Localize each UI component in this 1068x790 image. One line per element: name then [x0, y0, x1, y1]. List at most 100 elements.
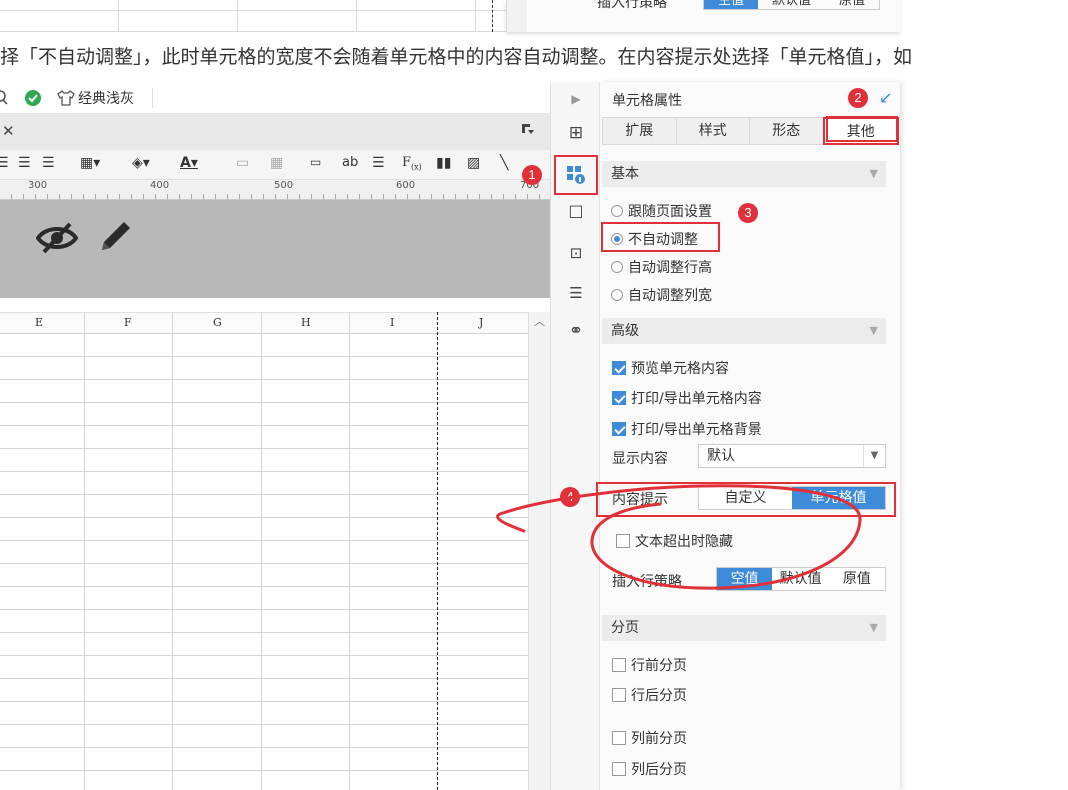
radio-icon[interactable] — [611, 205, 623, 217]
tab-extend[interactable]: 扩展 — [602, 117, 677, 145]
fill-color-icon[interactable]: ◈▾ — [132, 155, 150, 171]
radio-icon[interactable] — [611, 261, 623, 273]
hyperlink-icon[interactable]: ⚭ — [565, 320, 587, 342]
check-circle-icon[interactable] — [24, 89, 42, 107]
checkbox-checked-icon[interactable] — [612, 422, 626, 436]
cell-grid[interactable] — [0, 334, 528, 790]
display-content-select[interactable]: 默认 ▼ — [698, 444, 886, 468]
chevron-down-icon[interactable]: ▼ — [863, 445, 885, 467]
top-toolbar: 经典浅灰 — [0, 82, 550, 114]
split-cells-icon[interactable]: ▦ — [270, 155, 283, 171]
prev-side-panel: 插入行策略 空值 默认值 原值 — [506, 0, 901, 32]
column-header-i[interactable]: I — [390, 316, 394, 329]
section-paging-title: 分页 — [611, 620, 639, 636]
scroll-up-icon[interactable]: ︿ — [534, 313, 545, 329]
condition-icon[interactable]: ☰ — [565, 282, 587, 304]
expand-arrow-icon[interactable]: ▶ — [565, 88, 587, 110]
checkbox-checked-icon[interactable] — [612, 361, 626, 375]
check-print-background[interactable]: 打印/导出单元格背景 — [612, 419, 762, 439]
content-tip-label: 内容提示 — [612, 492, 668, 508]
checkbox-label: 文本超出时隐藏 — [635, 534, 733, 550]
radio-auto-row-height[interactable]: 自动调整行高 — [611, 257, 712, 277]
theme-shirt-icon[interactable] — [56, 89, 76, 107]
section-paging[interactable]: 分页 ▼ — [602, 615, 886, 641]
page-break-line — [437, 312, 438, 790]
align-center-icon[interactable]: ☰ — [18, 155, 31, 171]
tab-other[interactable]: 其他 — [822, 117, 899, 145]
section-advanced[interactable]: 高级 ▼ — [602, 318, 886, 344]
step-badge-4: 4 — [560, 487, 580, 507]
display-content-value: 默认 — [707, 448, 735, 464]
insert-textfield-icon[interactable]: ▭ — [310, 155, 321, 169]
border-icon[interactable]: ▦▾ — [80, 155, 100, 171]
preview-icon[interactable] — [0, 90, 10, 106]
insert-option-default[interactable]: 默认值 — [772, 568, 828, 590]
column-header-h[interactable]: H — [301, 316, 311, 329]
checkbox-icon[interactable] — [616, 534, 630, 548]
insert-slash-icon[interactable]: ╲ — [500, 155, 508, 171]
checkbox-icon[interactable] — [612, 658, 626, 672]
column-header-j[interactable]: J — [479, 316, 483, 329]
insert-chart-icon[interactable]: ▮▮ — [436, 155, 451, 171]
section-basic-title: 基本 — [611, 166, 639, 182]
insert-option-original[interactable]: 原值 — [829, 568, 885, 590]
step-badge-3: 3 — [738, 203, 758, 223]
check-page-after-col[interactable]: 列后分页 — [612, 759, 687, 779]
checkbox-label: 打印/导出单元格背景 — [631, 422, 762, 438]
tab-close-icon[interactable]: ✕ — [2, 122, 15, 140]
insert-image-icon[interactable]: ▨ — [467, 155, 480, 171]
column-headers: E F G H I J — [0, 312, 528, 334]
checkbox-label: 打印/导出单元格内容 — [631, 391, 762, 407]
widget-icon[interactable]: ⊡ — [565, 242, 587, 264]
radio-auto-col-width[interactable]: 自动调整列宽 — [611, 285, 712, 305]
column-divider — [84, 312, 85, 790]
ruler-label: 600 — [396, 180, 416, 191]
hidden-eye-icon[interactable] — [36, 220, 78, 256]
ruler-label: 400 — [150, 180, 170, 191]
insert-richtext-icon[interactable]: ☰ — [372, 155, 385, 171]
theme-label[interactable]: 经典浅灰 — [78, 88, 134, 108]
merge-cells-icon[interactable]: ▭ — [236, 155, 249, 171]
radio-icon[interactable] — [611, 289, 623, 301]
checkbox-icon[interactable] — [612, 762, 626, 776]
ruler-label: 300 — [28, 180, 48, 191]
check-page-before-col[interactable]: 列前分页 — [612, 728, 687, 748]
checkbox-checked-icon[interactable] — [612, 391, 626, 405]
radio-selected-icon[interactable] — [611, 233, 623, 245]
prev-insert-label: 插入行策略 — [597, 0, 667, 11]
checkbox-icon[interactable] — [612, 731, 626, 745]
font-color-icon[interactable]: A▾ — [180, 155, 198, 171]
tab-style[interactable]: 样式 — [675, 117, 750, 145]
check-print-content[interactable]: 打印/导出单元格内容 — [612, 388, 762, 408]
cell-style-icon[interactable]: ☐ — [565, 202, 587, 224]
tip-option-cell-value[interactable]: 单元格值 — [792, 487, 885, 509]
check-page-after-row[interactable]: 行后分页 — [612, 685, 687, 705]
checkbox-label: 列前分页 — [631, 731, 687, 747]
prev-option-original: 原值 — [839, 0, 866, 8]
checkbox-icon[interactable] — [612, 688, 626, 702]
tip-option-custom[interactable]: 自定义 — [699, 487, 792, 509]
collapse-panel-icon[interactable]: ↙ — [879, 88, 892, 107]
tab-form[interactable]: 形态 — [749, 117, 824, 145]
prev-grid — [0, 0, 506, 32]
cell-element-icon[interactable]: ⊞ — [565, 122, 587, 144]
tab-menu-icon[interactable] — [521, 122, 535, 136]
edit-pencil-icon[interactable] — [96, 216, 136, 256]
vertical-scrollbar[interactable]: ︿ — [528, 312, 550, 790]
column-header-f[interactable]: F — [124, 316, 132, 329]
section-basic[interactable]: 基本 ▼ — [602, 161, 886, 187]
radio-no-auto-adjust[interactable]: 不自动调整 — [611, 229, 698, 249]
insert-text-icon[interactable]: ab — [342, 155, 358, 170]
radio-follow-page[interactable]: 跟随页面设置 — [611, 201, 712, 221]
panel-title: 单元格属性 — [612, 93, 682, 109]
align-right-icon[interactable]: ☰ — [42, 155, 55, 171]
align-left-icon[interactable]: ☰ — [0, 155, 9, 171]
column-header-e[interactable]: E — [35, 316, 43, 329]
check-overflow-hide[interactable]: 文本超出时隐藏 — [616, 531, 733, 551]
insert-formula-icon[interactable]: F(x) — [402, 155, 422, 172]
insert-option-empty[interactable]: 空值 — [717, 568, 773, 590]
check-preview-content[interactable]: 预览单元格内容 — [612, 358, 729, 378]
check-page-before-row[interactable]: 行前分页 — [612, 655, 687, 675]
highlight-box-strip — [554, 155, 598, 195]
column-header-g[interactable]: G — [213, 316, 222, 329]
